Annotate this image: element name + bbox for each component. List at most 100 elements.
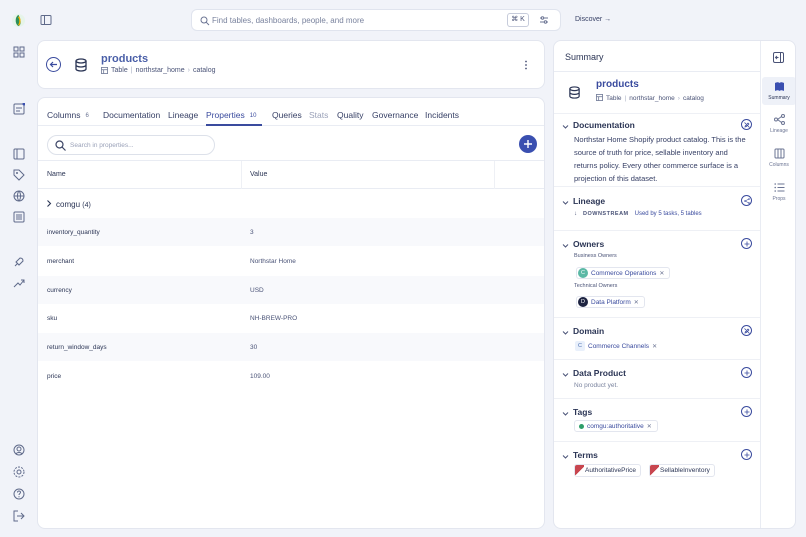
global-search-input[interactable]: Find tables, dashboards, people, and mor…: [191, 9, 561, 31]
table-row[interactable]: inventory_quantity 3: [38, 218, 544, 246]
breadcrumb-item-schema[interactable]: catalog: [683, 95, 704, 102]
section-header-data-product[interactable]: Data Product: [562, 368, 626, 378]
tab-columns[interactable]: Columns 6: [47, 110, 89, 120]
tab-incidents[interactable]: Incidents: [425, 110, 459, 120]
column-header-value[interactable]: Value: [250, 171, 267, 178]
filter-icon[interactable]: [539, 15, 549, 25]
tab-queries[interactable]: Queries: [272, 110, 302, 120]
domain-chip[interactable]: C Commerce Channels ✕: [574, 340, 662, 352]
inbox-icon[interactable]: [13, 102, 26, 115]
tab-quality[interactable]: Quality: [337, 110, 363, 120]
tag-icon[interactable]: [13, 169, 25, 181]
table-row[interactable]: return_window_days 30: [38, 333, 544, 361]
lineage-summary[interactable]: ↓ DOWNSTREAM Used by 5 tasks, 5 tables: [574, 211, 702, 217]
remove-icon[interactable]: ✕: [647, 423, 652, 430]
trend-icon[interactable]: [13, 277, 25, 289]
chevron-down-icon: [562, 409, 569, 416]
tab-properties[interactable]: Properties 10: [206, 110, 256, 120]
section-header-owners[interactable]: Owners: [562, 239, 604, 249]
side-tab-columns[interactable]: Columns: [762, 148, 795, 168]
search-placeholder: Find tables, dashboards, people, and mor…: [212, 16, 365, 25]
tag-dot-icon: [579, 423, 584, 429]
more-options-icon[interactable]: [522, 60, 530, 70]
side-tab-lineage[interactable]: Lineage: [762, 114, 795, 134]
property-group-label: comgu (4): [56, 200, 91, 209]
remove-icon[interactable]: ✕: [652, 343, 657, 350]
table-row[interactable]: currency USD: [38, 276, 544, 304]
section-header-lineage[interactable]: Lineage: [562, 196, 605, 206]
divider: [554, 71, 760, 72]
section-header-tags[interactable]: Tags: [562, 407, 592, 417]
section-header-domain[interactable]: Domain: [562, 326, 604, 336]
arrow-down-icon: ↓: [574, 211, 577, 217]
help-icon[interactable]: [13, 488, 25, 500]
breadcrumb-separator: ›: [187, 67, 190, 74]
list-icon[interactable]: [13, 211, 25, 223]
tab-documentation[interactable]: Documentation: [103, 110, 160, 120]
property-name: sku: [47, 315, 58, 322]
table-row[interactable]: price 109.00: [38, 362, 544, 390]
app-logo-icon[interactable]: [11, 13, 26, 28]
property-value: 3: [250, 229, 254, 236]
globe-icon[interactable]: [13, 190, 25, 202]
table-row[interactable]: merchant Northstar Home: [38, 247, 544, 275]
remove-icon[interactable]: ✕: [659, 270, 664, 277]
catalog-icon[interactable]: [13, 148, 25, 160]
tab-lineage[interactable]: Lineage: [168, 110, 198, 120]
section-title: Domain: [573, 326, 605, 336]
property-name: inventory_quantity: [47, 229, 100, 236]
divider: [554, 359, 760, 360]
entity-type: Table: [606, 95, 622, 102]
term-chip[interactable]: SellableInventory: [649, 464, 715, 477]
tab-stats[interactable]: Stats: [309, 110, 328, 120]
section-title: Lineage: [573, 196, 606, 206]
back-button[interactable]: [46, 57, 61, 72]
entity-tabs-panel: Columns 6 Documentation Lineage Propertie…: [37, 97, 545, 529]
breadcrumb-separator: |: [624, 95, 627, 102]
rocket-icon[interactable]: [13, 256, 25, 268]
sidebar-toggle-icon[interactable]: [40, 14, 52, 26]
side-tab-props[interactable]: Props: [762, 182, 795, 202]
chevron-right-icon: [46, 200, 52, 207]
breadcrumb-item-schema[interactable]: catalog: [193, 67, 216, 74]
section-header-terms[interactable]: Terms: [562, 450, 598, 460]
edit-domain-button[interactable]: [741, 325, 752, 336]
add-data-product-button[interactable]: [741, 367, 752, 378]
property-group-row[interactable]: comgu (4): [38, 190, 544, 218]
breadcrumb: Table | northstar_home › catalog: [101, 67, 216, 74]
side-tab-label: Summary: [768, 95, 790, 101]
properties-search-input[interactable]: Search in properties...: [47, 135, 215, 155]
tab-governance[interactable]: Governance: [372, 110, 418, 120]
add-owner-button[interactable]: [741, 238, 752, 249]
add-tag-button[interactable]: [741, 406, 752, 417]
section-header-documentation[interactable]: Documentation: [562, 120, 635, 130]
user-icon[interactable]: [13, 444, 25, 456]
add-property-button[interactable]: [519, 135, 537, 153]
column-divider: [241, 161, 242, 189]
view-lineage-button[interactable]: [741, 195, 752, 206]
tab-label: Properties: [206, 110, 245, 120]
breadcrumb-item-database[interactable]: northstar_home: [136, 67, 185, 74]
discover-link[interactable]: Discover →: [575, 16, 611, 23]
close-panel-icon[interactable]: [773, 52, 784, 63]
owner-chip-technical[interactable]: D Data Platform ✕: [576, 296, 645, 308]
column-header-name[interactable]: Name: [47, 171, 66, 178]
grid-icon[interactable]: [13, 46, 25, 58]
lineage-used-by: Used by 5 tasks, 5 tables: [634, 211, 702, 217]
table-row[interactable]: sku NH-BREW-PRO: [38, 304, 544, 332]
side-tab-summary[interactable]: Summary: [762, 77, 795, 105]
logout-icon[interactable]: [13, 510, 25, 522]
remove-icon[interactable]: ✕: [634, 299, 639, 306]
owner-chip-business[interactable]: C Commerce Operations ✕: [576, 267, 671, 279]
settings-icon[interactable]: [13, 466, 25, 478]
summary-entity-name[interactable]: products: [596, 79, 639, 90]
database-icon: [568, 86, 581, 99]
add-term-button[interactable]: [741, 449, 752, 460]
tag-chip[interactable]: comgu:authoritative ✕: [574, 420, 658, 432]
term-chip[interactable]: AuthoritativePrice: [574, 464, 641, 477]
tab-label: Columns: [47, 110, 81, 120]
group-name: comgu: [56, 200, 81, 209]
edit-documentation-button[interactable]: [741, 119, 752, 130]
property-value: 30: [250, 344, 258, 351]
breadcrumb-item-database[interactable]: northstar_home: [629, 95, 675, 102]
